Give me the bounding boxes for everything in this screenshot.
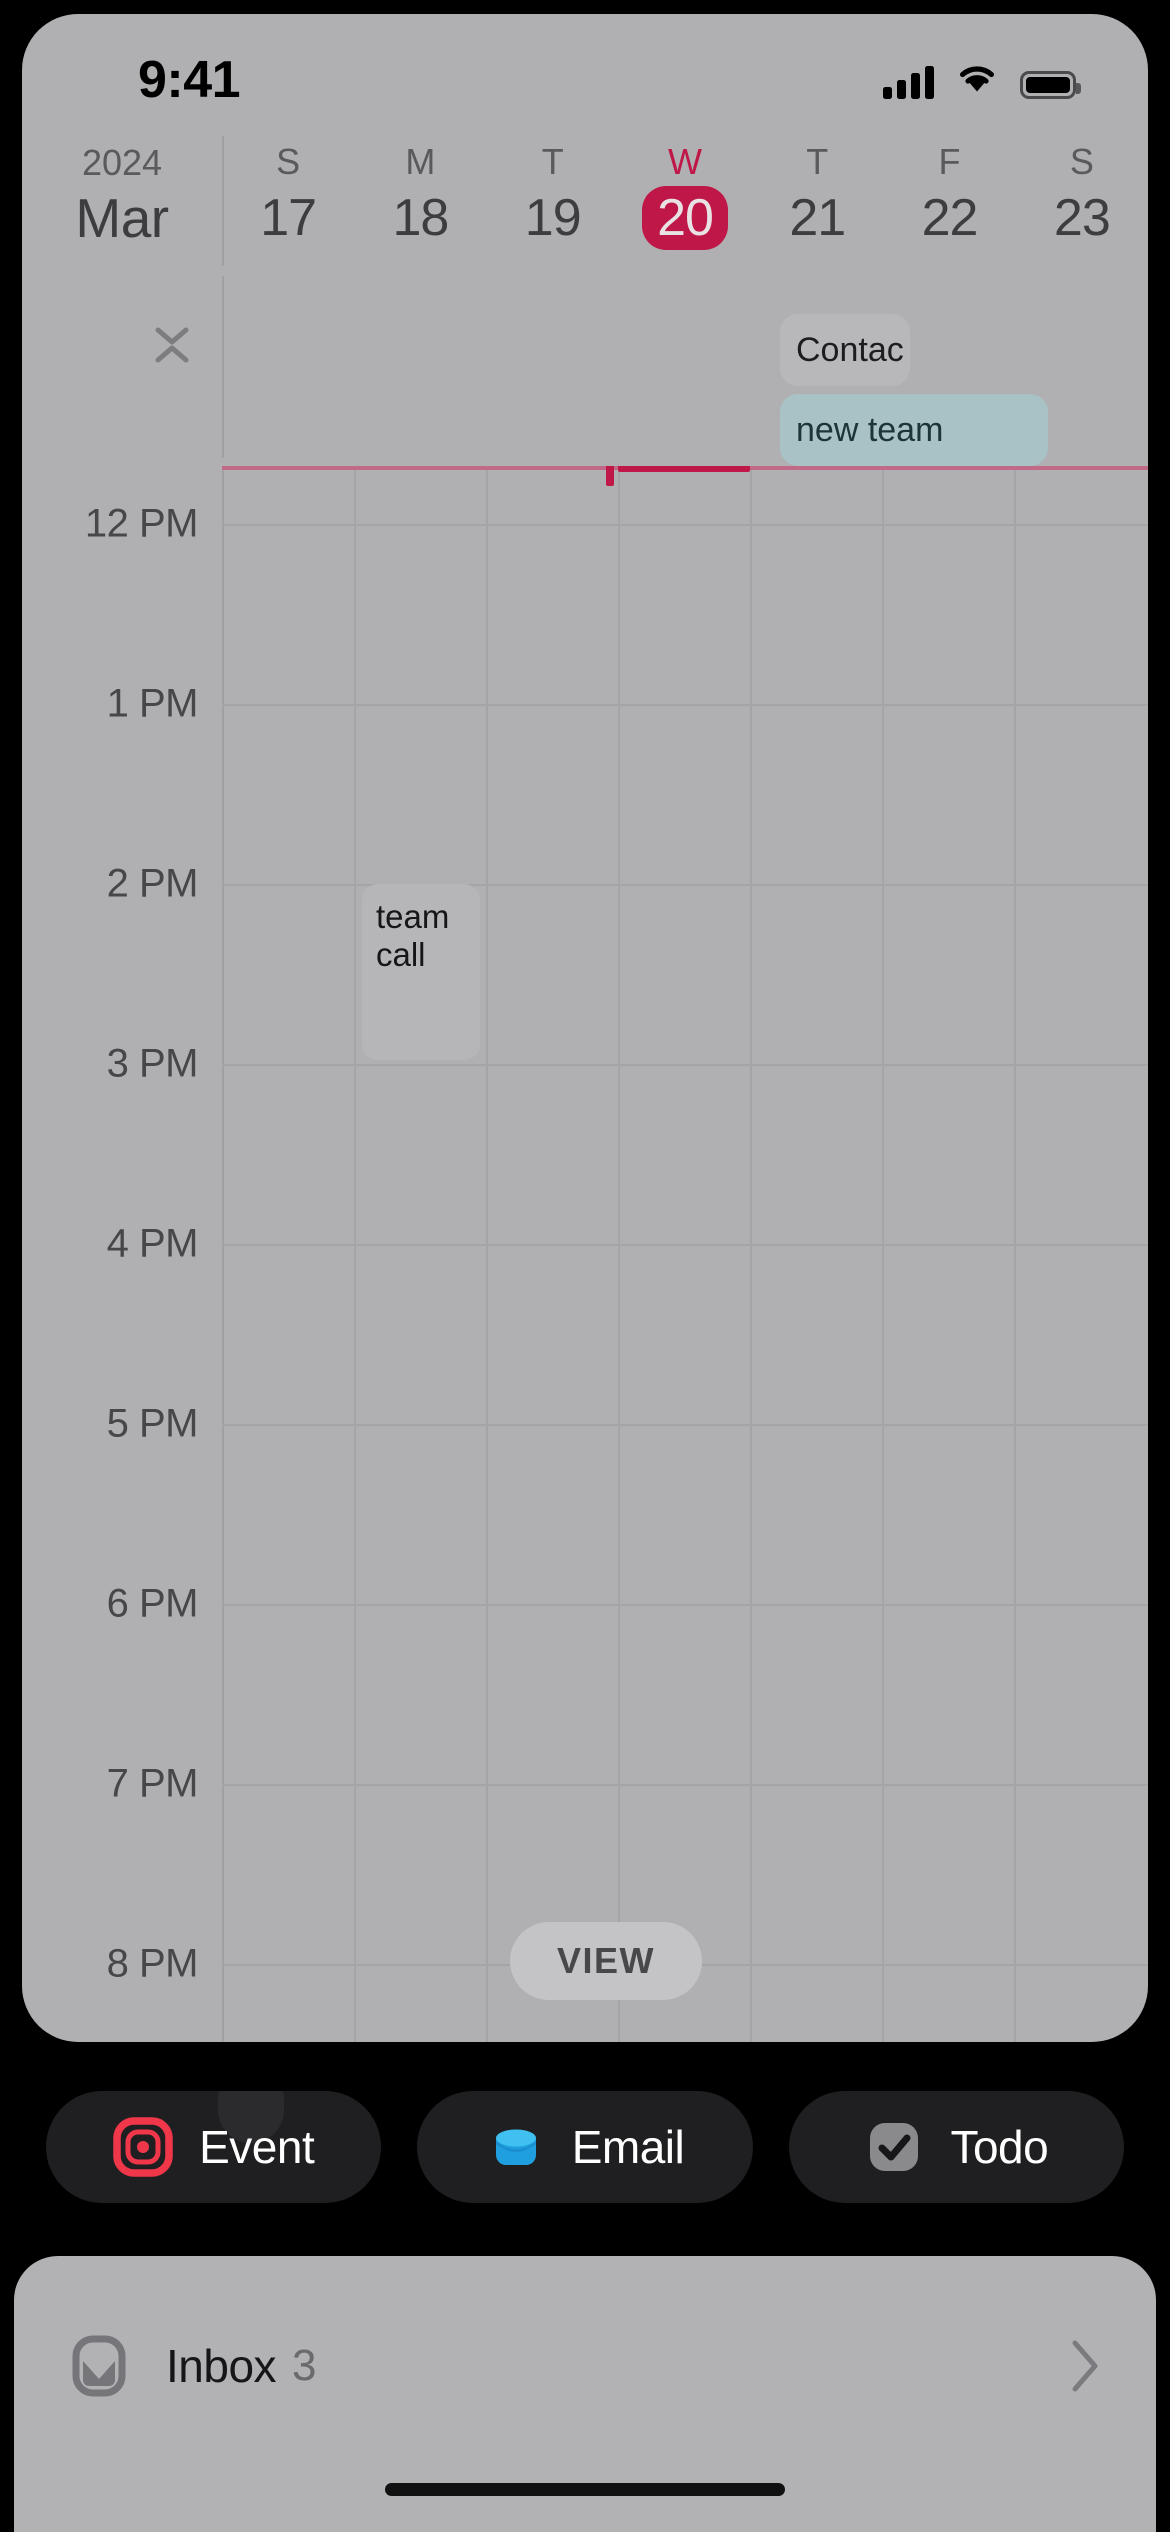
day-number-label: 22 [921, 189, 979, 247]
grid-vline [486, 466, 488, 2042]
grid-hline [222, 1064, 1148, 1066]
all-day-event-chip[interactable]: Contac [780, 314, 910, 386]
status-bar-icons [883, 62, 1081, 99]
grid-vline [222, 466, 224, 2042]
grid-hline [222, 704, 1148, 706]
day-number-label: 21 [789, 189, 846, 247]
time-label: 1 PM [106, 681, 199, 726]
day-of-week-label: F [938, 141, 961, 182]
todo-button[interactable]: Todo [788, 2091, 1124, 2203]
day-column-17[interactable]: S 17 [222, 132, 354, 272]
view-button[interactable]: VIEW [510, 1922, 702, 2000]
week-header: 2024 Mar S 17 M 18 T 19 W 20 T 21 F 22 S… [22, 132, 1148, 272]
grid-hline [222, 884, 1148, 886]
time-label: 8 PM [106, 1941, 199, 1986]
wifi-icon [956, 62, 998, 99]
inbox-sheet: Inbox 3 [14, 2256, 1156, 2532]
envelope-icon [486, 2117, 546, 2177]
time-label: 7 PM [106, 1761, 199, 1806]
grid-vline [618, 466, 620, 2042]
day-of-week-label: T [806, 141, 829, 182]
grid-vline [882, 466, 884, 2042]
grid-vline [354, 466, 356, 2042]
all-day-event-title: new team [796, 411, 944, 449]
day-of-week-label: M [405, 141, 436, 182]
month-label: Mar [75, 187, 169, 249]
all-day-event-title: Contac [796, 331, 904, 369]
time-label: 12 PM [84, 501, 199, 546]
email-button[interactable]: Email [417, 2091, 753, 2203]
time-grid-scroll[interactable]: 12 PM 1 PM 2 PM 3 PM 4 PM 5 PM 6 PM 7 PM… [22, 466, 1148, 2042]
todo-button-label: Todo [950, 2121, 1049, 2173]
day-number-label: 17 [260, 189, 317, 247]
day-number-label: 19 [524, 189, 582, 247]
phone-screen: 9:41 2024 Mar S 17 M 18 T 19 W 20 T 21 F… [0, 0, 1170, 2532]
day-column-21[interactable]: T 21 [751, 132, 883, 272]
time-label: 5 PM [106, 1401, 199, 1446]
year-label: 2024 [81, 142, 163, 183]
chevron-right-icon[interactable] [1068, 2337, 1102, 2395]
day-column-23[interactable]: S 23 [1016, 132, 1148, 272]
month-year-block[interactable]: 2024 Mar [22, 132, 222, 272]
time-label: 4 PM [106, 1221, 199, 1266]
day-column-22[interactable]: F 22 [883, 132, 1015, 272]
day-number-label: 23 [1053, 189, 1111, 247]
day-number-label-selected: 20 [641, 186, 728, 250]
grid-hline [222, 1604, 1148, 1606]
all-day-divider [222, 276, 224, 458]
day-column-19[interactable]: T 19 [487, 132, 619, 272]
time-grid: team call [222, 466, 1148, 2042]
time-label: 6 PM [106, 1581, 199, 1626]
day-column-18[interactable]: M 18 [354, 132, 486, 272]
grid-hline [222, 524, 1148, 526]
calendar-sheet: 9:41 2024 Mar S 17 M 18 T 19 W 20 T 21 F… [22, 14, 1148, 2042]
inbox-row[interactable]: Inbox 3 [68, 2306, 1102, 2426]
inbox-envelope-icon [68, 2335, 130, 2397]
time-label: 2 PM [106, 861, 199, 906]
inbox-label: Inbox [166, 2340, 277, 2392]
day-of-week-label: S [276, 141, 301, 182]
event-record-icon [113, 2117, 173, 2177]
day-of-week-label: S [1069, 141, 1094, 182]
status-bar: 9:41 [22, 14, 1148, 124]
day-number-label: 18 [392, 189, 450, 247]
grid-hline [222, 1244, 1148, 1246]
time-label: 3 PM [106, 1041, 199, 1086]
calendar-event-team-call[interactable]: team call [362, 884, 480, 1060]
all-day-event-chip[interactable]: new team [780, 394, 1048, 466]
status-bar-clock: 9:41 [138, 51, 241, 109]
day-of-week-label: W [667, 141, 702, 182]
current-time-marker [606, 466, 614, 486]
current-time-line-today [618, 466, 750, 472]
battery-icon [1020, 71, 1081, 99]
time-gutter: 12 PM 1 PM 2 PM 3 PM 4 PM 5 PM 6 PM 7 PM… [22, 466, 222, 2042]
day-columns: S 17 M 18 T 19 W 20 T 21 F 22 S 23 [222, 132, 1148, 272]
day-column-20-today[interactable]: W 20 [619, 132, 751, 272]
grid-vline [750, 466, 752, 2042]
event-button[interactable]: Event [46, 2091, 382, 2203]
home-indicator [385, 2483, 785, 2496]
inbox-count-badge: 3 [292, 2341, 317, 2390]
day-of-week-label: T [541, 141, 564, 182]
grid-hline [222, 1424, 1148, 1426]
action-bar: Event Email Todo [0, 2088, 1170, 2206]
email-button-label: Email [571, 2121, 685, 2173]
cellular-signal-icon [883, 65, 934, 99]
checkmark-square-icon [864, 2117, 924, 2177]
grid-hline [222, 1784, 1148, 1786]
collapse-chevrons-icon[interactable] [142, 316, 202, 374]
grid-vline [1014, 466, 1016, 2042]
event-title: team call [376, 898, 450, 973]
